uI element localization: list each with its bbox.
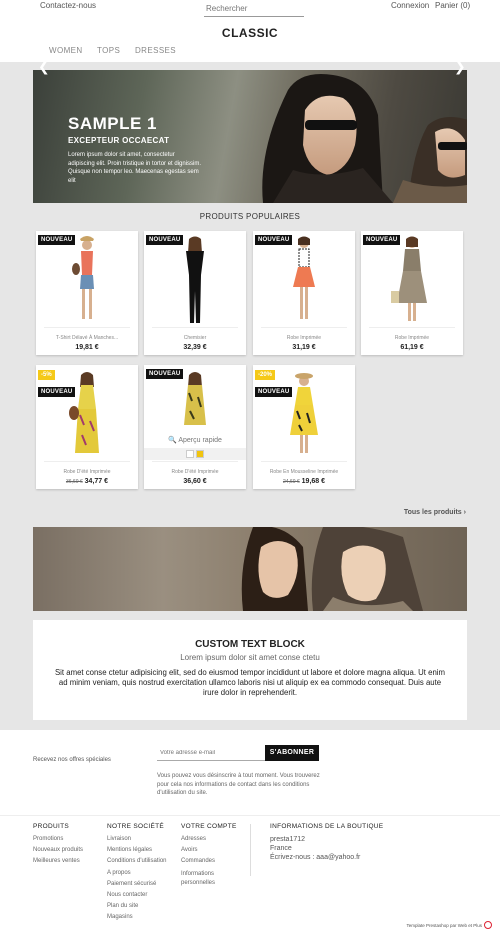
product-price: 19,81 €	[75, 344, 99, 351]
all-products-link[interactable]: Tous les produits ›	[404, 509, 466, 516]
footer-link[interactable]: Livraison	[107, 836, 131, 842]
custom-block-title: CUSTOM TEXT BLOCK	[195, 639, 305, 650]
product-card[interactable]: -5% NOUVEAU Robe D'été Imprimée 36,60 €3…	[36, 365, 138, 489]
all-products-label: Tous les produits	[403, 509, 462, 516]
footer-company-title: NOTRE SOCIÉTÉ	[107, 823, 164, 830]
new-badge: NOUVEAU	[255, 387, 293, 397]
product-name[interactable]: Chemisier	[144, 335, 246, 341]
product-name[interactable]: Robe En Mousseline Imprimée	[253, 469, 355, 475]
product-price: 31,19 €	[292, 344, 316, 351]
new-badge: NOUVEAU	[38, 387, 76, 397]
discount-badge: -20%	[255, 370, 276, 380]
banner-image	[241, 527, 423, 611]
new-badge: NOUVEAU	[146, 235, 184, 245]
subscribe-button[interactable]: S'ABONNER	[265, 745, 319, 761]
popular-products-title: PRODUITS POPULAIRES	[199, 212, 301, 221]
footer-link[interactable]: Nous contacter	[107, 892, 147, 898]
slide-text: Lorem ipsum dolor sit amet, consectetur …	[68, 152, 202, 184]
sale-price: 34,77 €	[84, 478, 109, 485]
custom-block-subtitle: Lorem ipsum dolor sit amet conse ctetu	[180, 653, 320, 662]
footer-products-title: PRODUITS	[33, 823, 69, 830]
login-link[interactable]: Connexion	[391, 1, 429, 10]
product-name[interactable]: Robe D'été Imprimée	[36, 469, 138, 475]
custom-text-block: CUSTOM TEXT BLOCK Lorem ipsum dolor sit …	[33, 620, 467, 720]
product-price: 36,60 €	[183, 478, 207, 485]
slider-prev-icon[interactable]: ❮	[38, 58, 50, 75]
quick-view-button[interactable]: 🔍 Aperçu rapide	[144, 435, 246, 447]
promo-banner[interactable]	[33, 527, 467, 611]
shop-name: presta1712	[270, 836, 306, 843]
footer-link[interactable]: Nouveaux produits	[33, 847, 83, 853]
newsletter-email-input[interactable]	[157, 746, 265, 761]
sale-price: 19,68 €	[301, 478, 326, 485]
footer-link[interactable]: A propos	[107, 870, 131, 876]
new-badge: NOUVEAU	[255, 235, 293, 245]
color-swatch-white[interactable]	[186, 450, 194, 458]
product-name[interactable]: Robe Imprimée	[253, 335, 355, 341]
shop-country: France	[270, 845, 292, 852]
footer-link[interactable]: Avoirs	[181, 847, 198, 853]
footer-link[interactable]: Paiement sécurisé	[107, 881, 156, 887]
product-price: 32,39 €	[183, 344, 207, 351]
footer-link[interactable]: Adresses	[181, 836, 206, 842]
new-badge: NOUVEAU	[363, 235, 401, 245]
footer-link[interactable]: Informations personnelles	[181, 870, 231, 888]
new-badge: NOUVEAU	[146, 369, 184, 379]
footer-link[interactable]: Plan du site	[107, 903, 138, 909]
contact-link[interactable]: Contactez-nous	[40, 1, 96, 10]
color-swatch-yellow[interactable]	[196, 450, 204, 458]
product-image[interactable]	[36, 231, 138, 327]
newsletter-note: Vous pouvez vous désinscrire à tout mome…	[157, 773, 320, 796]
new-badge: NOUVEAU	[38, 235, 76, 245]
slider-next-icon[interactable]: ❯	[454, 58, 466, 75]
product-price: 24,60 €19,68 €	[253, 478, 355, 485]
footer-account-title: VOTRE COMPTE	[181, 823, 237, 830]
shop-info-title: INFORMATIONS DE LA BOUTIQUE	[270, 823, 384, 830]
search-icon: 🔍	[168, 437, 177, 444]
slide-title: SAMPLE 1	[68, 114, 158, 133]
product-image[interactable]	[253, 231, 355, 327]
product-card[interactable]: NOUVEAU Chemisier 32,39 €	[144, 231, 246, 355]
product-name[interactable]: Robe Imprimée	[361, 335, 463, 341]
footer-link[interactable]: Mentions légales	[107, 847, 152, 853]
custom-block-text: Sit amet conse ctetur adipisicing elit, …	[54, 668, 446, 697]
product-price: 36,60 €34,77 €	[36, 478, 138, 485]
cart-link[interactable]: Panier (0)	[435, 1, 470, 10]
credit-logo-icon	[484, 921, 492, 929]
nav-tops[interactable]: TOPS	[97, 46, 120, 55]
color-swatches	[144, 448, 246, 460]
product-card[interactable]: NOUVEAU T-Shirt Délavé À Manches... 19,8…	[36, 231, 138, 355]
search-input[interactable]	[204, 0, 304, 17]
product-card[interactable]: NOUVEAU Robe Imprimée 61,19 €	[361, 231, 463, 355]
footer-link[interactable]: Commandes	[181, 858, 215, 864]
footer-link[interactable]: Conditions d'utilisation	[107, 858, 167, 864]
footer-credit[interactable]: Template Prestashop par Web et Plus	[407, 923, 482, 928]
product-name[interactable]: T-Shirt Délavé À Manches...	[36, 335, 138, 341]
slide-subtitle: EXCEPTEUR OCCAECAT	[68, 136, 170, 145]
shop-email-link[interactable]: Écrivez-nous : aaa@yahoo.fr	[270, 853, 360, 862]
site-logo[interactable]: CLASSIC	[0, 26, 500, 40]
shop-info: presta1712 France Écrivez-nous : aaa@yah…	[270, 835, 360, 862]
chevron-right-icon: ›	[463, 509, 466, 516]
product-price: 61,19 €	[400, 344, 424, 351]
quick-view-label: Aperçu rapide	[178, 437, 222, 444]
nav-dresses[interactable]: DRESSES	[135, 46, 176, 55]
newsletter-label: Recevez nos offres spéciales	[33, 757, 111, 763]
product-card[interactable]: NOUVEAU Robe Imprimée 31,19 €	[253, 231, 355, 355]
footer-link[interactable]: Magasins	[107, 914, 133, 920]
product-image[interactable]	[144, 231, 246, 327]
footer-divider	[0, 815, 500, 816]
nav-women[interactable]: WOMEN	[49, 46, 83, 55]
product-image[interactable]	[361, 231, 463, 327]
discount-badge: -5%	[38, 370, 55, 380]
footer-link[interactable]: Meilleures ventes	[33, 858, 80, 864]
product-card[interactable]: NOUVEAU 🔍 Aperçu rapide Robe D'été Impri…	[144, 365, 246, 489]
footer-link[interactable]: Promotions	[33, 836, 63, 842]
old-price: 24,60 €	[282, 479, 300, 485]
footer-column-divider	[250, 824, 251, 876]
product-name[interactable]: Robe D'été Imprimée	[144, 469, 246, 475]
old-price: 36,60 €	[65, 479, 83, 485]
product-card[interactable]: -20% NOUVEAU Robe En Mousseline Imprimée…	[253, 365, 355, 489]
